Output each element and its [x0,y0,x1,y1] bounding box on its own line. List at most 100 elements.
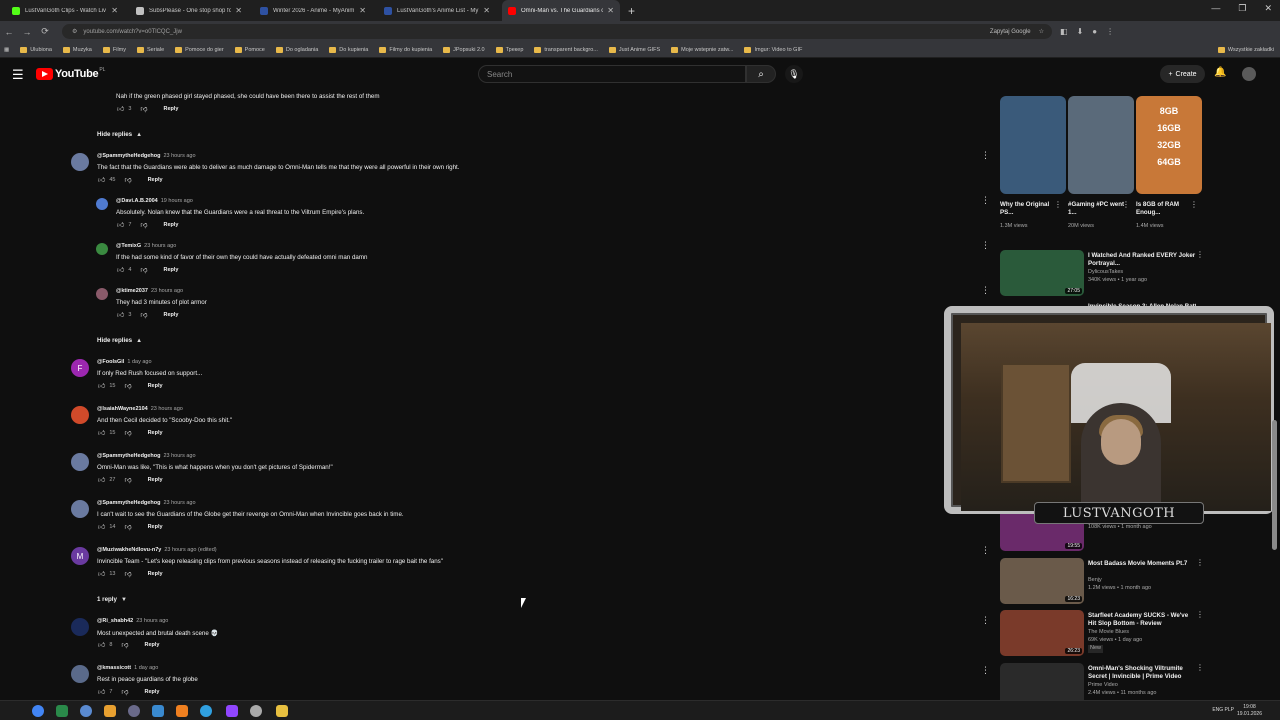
commenter-avatar[interactable] [96,288,108,300]
reply-button[interactable]: Reply [148,430,163,436]
like-icon[interactable]: 👍︎ [98,687,105,696]
comment-timestamp[interactable]: 1 day ago [134,665,158,671]
close-window-icon[interactable]: ✕ [1264,3,1272,14]
search-button[interactable]: ⌕ [746,65,776,83]
terminal-taskbar-icon[interactable] [56,705,68,717]
page-scrollbar[interactable] [1272,420,1277,550]
more-options-icon[interactable]: ⋮ [1190,200,1198,209]
shorts-title[interactable]: Why the Original PS... [1000,201,1060,217]
more-options-icon[interactable]: ⋮ [1196,558,1204,567]
obs-taskbar-icon[interactable] [128,705,140,717]
comment-username[interactable]: @Davi.A.B.2004 [116,198,158,204]
star-icon[interactable]: ☆ [1039,28,1044,35]
channel-name[interactable]: The Movie Blues [1088,629,1129,637]
reply-button[interactable]: Reply [145,689,160,695]
bookmark-item[interactable]: Filmy [102,46,126,53]
profile-icon[interactable]: ● [1092,27,1097,36]
video-thumbnail[interactable]: 16:23 [1000,558,1084,604]
channel-name[interactable]: Benjy [1088,577,1102,585]
bookmark-item[interactable]: Do ogladania [275,46,318,53]
toggle-replies-button[interactable]: 1 reply ▼ [97,596,127,603]
tab-close-icon[interactable]: ✕ [483,6,490,15]
comment-username[interactable]: @SpammytheHedgehog [97,500,160,506]
dislike-icon[interactable]: 👎︎ [124,475,131,484]
like-icon[interactable]: 👍︎ [117,104,124,113]
comment-username[interactable]: @TemixG [116,243,141,249]
vlc-taskbar-icon[interactable] [176,705,188,717]
search-input[interactable]: Search [478,65,746,83]
more-options-icon[interactable]: ⋮ [981,615,990,626]
reply-button[interactable]: Reply [164,222,179,228]
like-icon[interactable]: 👍︎ [98,381,105,390]
steam-taskbar-icon[interactable] [250,705,262,717]
comment-timestamp[interactable]: 23 hours ago [163,453,195,459]
browser-tab[interactable]: Omni-Man vs. The Guardians o ✕ [502,0,620,21]
back-icon[interactable]: ← [0,27,18,37]
video-title[interactable]: Starfleet Academy SUCKS - We've Hit Slop… [1088,612,1196,628]
comment-username[interactable]: @FoolsGil [97,359,124,365]
reply-button[interactable]: Reply [148,477,163,483]
more-options-icon[interactable]: ⋮ [1196,663,1204,672]
tab-close-icon[interactable]: ✕ [111,6,118,15]
reply-button[interactable]: Reply [148,524,163,530]
folder-taskbar-icon[interactable] [276,705,288,717]
bookmark-item[interactable]: Do kupienia [329,46,368,53]
reply-button[interactable]: Reply [164,267,179,273]
commenter-avatar[interactable] [71,500,89,518]
like-icon[interactable]: 👍︎ [98,640,105,649]
app2-taskbar-icon[interactable] [104,705,116,717]
video-title[interactable]: Most Badass Movie Moments Pt.7 [1088,560,1196,568]
reply-button[interactable]: Reply [164,106,179,112]
comment-timestamp[interactable]: 23 hours ago [136,618,168,624]
like-icon[interactable]: 👍︎ [98,175,105,184]
commenter-avatar[interactable] [71,665,89,683]
reply-button[interactable]: Reply [145,642,160,648]
dislike-icon[interactable]: 👎︎ [124,381,131,390]
dislike-icon[interactable]: 👎︎ [124,569,131,578]
commenter-avatar[interactable] [96,198,108,210]
channel-name[interactable]: DylicousTakes [1088,269,1123,277]
shorts-thumbnail[interactable] [1068,96,1134,194]
site-info-icon[interactable]: ⚙ [72,28,77,35]
comment-timestamp[interactable]: 19 hours ago [161,198,193,204]
create-button[interactable]: + Create [1160,65,1205,83]
app-taskbar-icon[interactable] [80,705,92,717]
more-options-icon[interactable]: ⋮ [1196,250,1204,259]
comment-timestamp[interactable]: 23 hours ago (edited) [164,547,216,553]
video-thumbnail[interactable]: 26:23 [1000,610,1084,656]
new-tab-icon[interactable]: + [628,4,635,18]
bookmark-item[interactable]: Moje wstepnie zatw... [671,46,733,53]
menu-icon[interactable]: ⋮ [1106,27,1114,36]
dislike-icon[interactable]: 👎︎ [121,687,128,696]
shorts-title[interactable]: Is 8GB of RAM Enoug... [1136,201,1196,217]
more-options-icon[interactable]: ⋮ [981,150,990,161]
forward-icon[interactable]: → [18,27,36,37]
comment-username[interactable]: @ktime2037 [116,288,148,294]
comment-timestamp[interactable]: 23 hours ago [151,288,183,294]
channel-name[interactable]: Prime Video [1088,682,1118,690]
comment-timestamp[interactable]: 23 hours ago [151,406,183,412]
youtube-logo[interactable]: YouTube PL [36,67,105,80]
bookmark-item[interactable]: Imgur: Video to GIF [744,46,802,53]
more-options-icon[interactable]: ⋮ [1196,610,1204,619]
comment-username[interactable]: @SpammytheHedgehog [97,153,160,159]
like-icon[interactable]: 👍︎ [98,522,105,531]
more-options-icon[interactable]: ⋮ [1054,200,1062,209]
language-indicator[interactable]: ENG PLP [1212,707,1234,713]
dislike-icon[interactable]: 👎︎ [140,265,147,274]
like-icon[interactable]: 👍︎ [117,265,124,274]
clock[interactable]: 19:08 19.01.2026 [1237,704,1262,718]
browser-tab[interactable]: LustVanGoth's Anime List - My ✕ [378,0,496,21]
comment-username[interactable]: @Ri_shabh42 [97,618,133,624]
comment-username[interactable]: @MuziwakheNdlovu-n7y [97,547,161,553]
tab-close-icon[interactable]: ✕ [607,6,614,15]
toggle-replies-button[interactable]: Hide replies ▲ [97,337,142,344]
bookmark-item[interactable]: JPopsuki 2.0 [443,46,485,53]
reply-button[interactable]: Reply [164,312,179,318]
notifications-bell-icon[interactable]: 🔔 [1214,67,1226,78]
dislike-icon[interactable]: 👎︎ [140,104,147,113]
hamburger-menu-icon[interactable]: ☰ [12,67,24,83]
comment-username[interactable]: @kmassicott [97,665,131,671]
minimize-icon[interactable]: — [1211,3,1220,14]
restore-icon[interactable]: ❐ [1238,3,1246,14]
